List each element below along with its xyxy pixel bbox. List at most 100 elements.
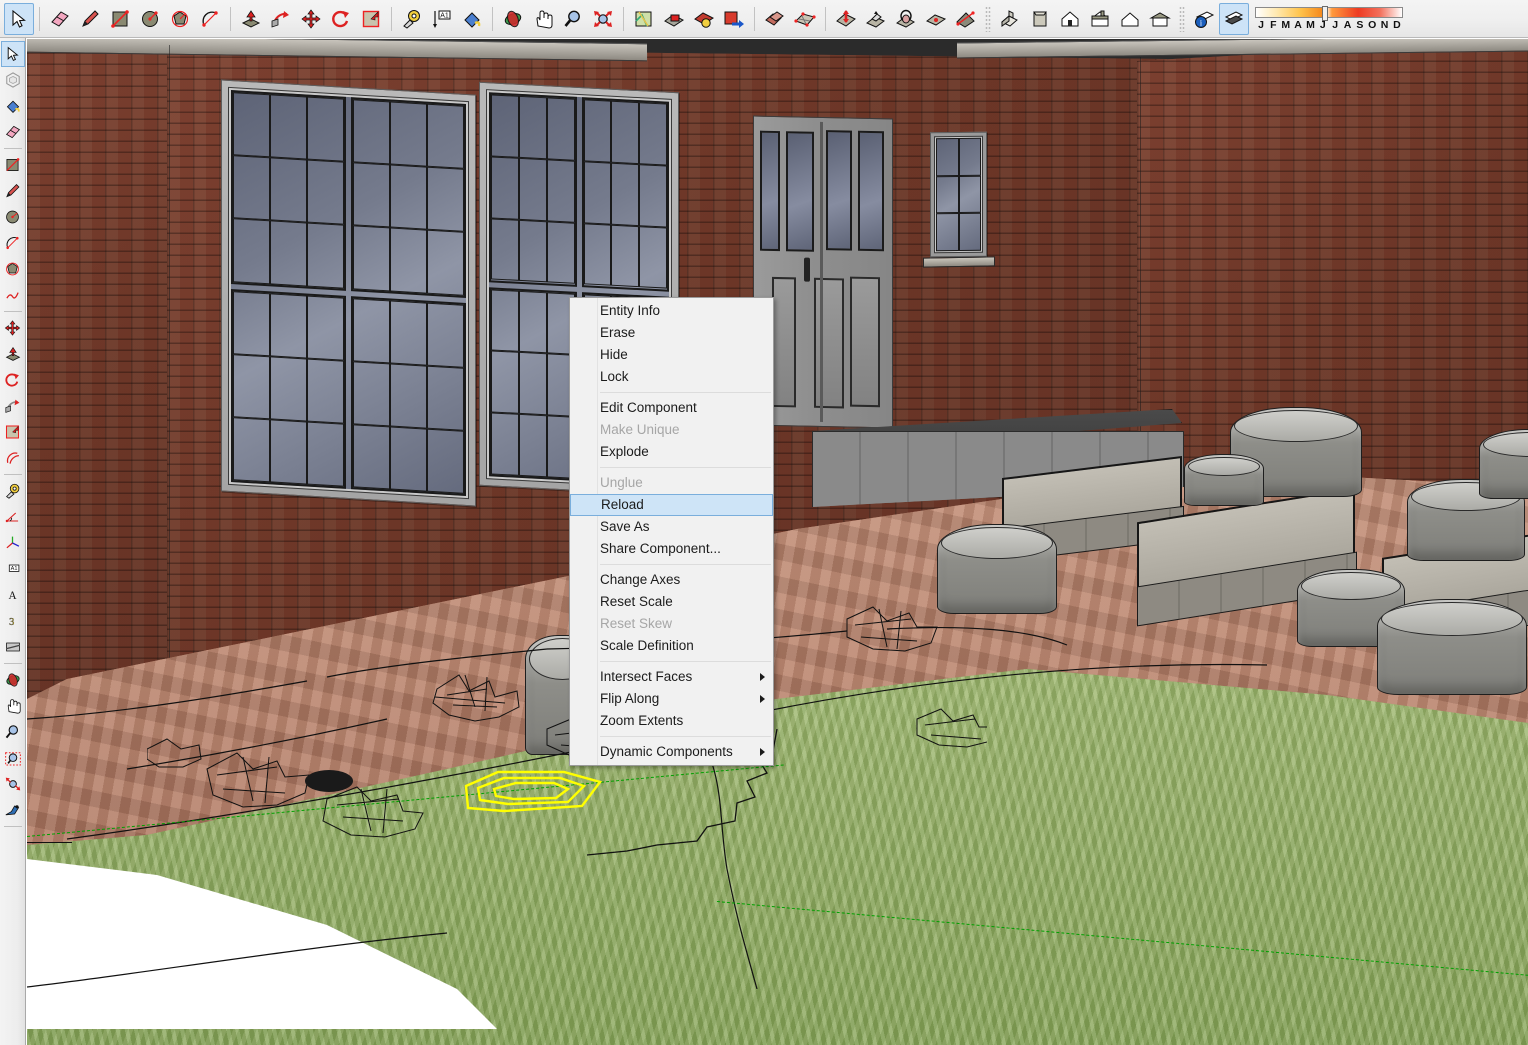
lt-position-camera[interactable] xyxy=(1,797,25,823)
tool-zoom[interactable] xyxy=(558,3,588,35)
lt-scale[interactable] xyxy=(1,419,25,445)
window-pane xyxy=(639,163,667,228)
tool-add-location[interactable] xyxy=(629,3,659,35)
menu-item-unglue: Unglue xyxy=(570,472,773,494)
menu-item-hide[interactable]: Hide xyxy=(570,344,773,366)
tool-polygon[interactable] xyxy=(165,3,195,35)
menu-item-zoom-extents[interactable]: Zoom Extents xyxy=(570,710,773,732)
entry-double-door[interactable] xyxy=(753,115,893,429)
window-small-right[interactable] xyxy=(930,131,987,258)
tool-circle[interactable] xyxy=(135,3,165,35)
toolbar-grip[interactable] xyxy=(985,5,991,32)
tool-eraser[interactable] xyxy=(45,3,75,35)
view-top[interactable] xyxy=(1025,3,1055,35)
dark-circle-feature[interactable] xyxy=(305,770,353,792)
lt-text[interactable]: A xyxy=(1,582,25,608)
lt-orbit[interactable] xyxy=(1,667,25,693)
menu-item-dynamic-components[interactable]: Dynamic Components xyxy=(570,741,773,763)
tool-toggle-terrain[interactable] xyxy=(659,3,689,35)
menu-item-lock[interactable]: Lock xyxy=(570,366,773,388)
lt-zoom[interactable] xyxy=(1,719,25,745)
tool-smoove[interactable] xyxy=(831,3,861,35)
menu-item-explode[interactable]: Explode xyxy=(570,441,773,463)
tool-stamp[interactable] xyxy=(861,3,891,35)
lt-zoom-window[interactable] xyxy=(1,745,25,771)
lt-line[interactable] xyxy=(1,178,25,204)
menu-item-reset-scale[interactable]: Reset Scale xyxy=(570,591,773,613)
lt-freehand[interactable] xyxy=(1,282,25,308)
tool-photo-textures[interactable] xyxy=(689,3,719,35)
tool-zoom-extents[interactable] xyxy=(588,3,618,35)
tool-scale[interactable] xyxy=(356,3,386,35)
view-front[interactable] xyxy=(1055,3,1085,35)
model-viewport[interactable] xyxy=(27,39,1528,1045)
lt-select[interactable] xyxy=(0,41,25,67)
tool-follow-me[interactable] xyxy=(266,3,296,35)
lt-paint-bucket[interactable] xyxy=(1,93,25,119)
menu-item-flip-along[interactable]: Flip Along xyxy=(570,688,773,710)
tool-shadows-toggle[interactable] xyxy=(1219,2,1249,35)
tool-rotate[interactable] xyxy=(326,3,356,35)
tool-paint-bucket[interactable] xyxy=(457,3,487,35)
lt-dimension[interactable]: A1 xyxy=(1,556,25,582)
lt-push-pull[interactable] xyxy=(1,341,25,367)
shadow-date-gradient-bar[interactable] xyxy=(1255,5,1403,21)
lt-polygon[interactable] xyxy=(1,256,25,282)
lt-3d-text[interactable]: 3 xyxy=(1,608,25,634)
view-right[interactable] xyxy=(1085,3,1115,35)
lt-follow-me[interactable] xyxy=(1,393,25,419)
tool-solid-tools[interactable] xyxy=(760,3,790,35)
menu-item-edit-component[interactable]: Edit Component xyxy=(570,397,773,419)
window-pane xyxy=(353,297,390,364)
window-pane xyxy=(233,290,270,356)
lt-section-plane[interactable] xyxy=(1,634,25,660)
window-sash xyxy=(231,288,346,489)
tool-drape[interactable] xyxy=(891,3,921,35)
shadow-date-slider[interactable]: JFMAMJJASOND xyxy=(1255,2,1405,36)
lt-make-component[interactable] xyxy=(1,67,25,93)
menu-item-reload[interactable]: Reload xyxy=(570,494,773,516)
menu-item-intersect-faces[interactable]: Intersect Faces xyxy=(570,666,773,688)
selected-component-highlight[interactable] xyxy=(464,770,602,813)
tool-arc[interactable] xyxy=(195,3,225,35)
tool-add-detail[interactable] xyxy=(921,3,951,35)
shadow-date-handle[interactable] xyxy=(1321,5,1328,21)
menu-item-share-component[interactable]: Share Component... xyxy=(570,538,773,560)
view-back[interactable] xyxy=(1115,3,1145,35)
view-iso[interactable] xyxy=(995,3,1025,35)
tool-from-contours[interactable] xyxy=(790,3,820,35)
tool-flip-edge[interactable] xyxy=(951,3,981,35)
tool-dimension[interactable]: A1 xyxy=(427,3,457,35)
toolbar-grip[interactable] xyxy=(1179,5,1185,32)
lt-rotate[interactable] xyxy=(1,367,25,393)
menu-item-erase[interactable]: Erase xyxy=(570,322,773,344)
menu-item-entity-info[interactable]: Entity Info xyxy=(570,300,773,322)
tool-move[interactable] xyxy=(296,3,326,35)
window-left[interactable] xyxy=(221,79,476,507)
lt-move[interactable] xyxy=(1,315,25,341)
lt-rectangle[interactable] xyxy=(1,152,25,178)
lt-zoom-extents[interactable] xyxy=(1,771,25,797)
tool-model-info[interactable]: i xyxy=(1189,3,1219,35)
component-context-menu[interactable]: Entity Info Erase Hide Lock Edit Compone… xyxy=(569,297,774,766)
menu-item-save-as[interactable]: Save As xyxy=(570,516,773,538)
tool-orbit[interactable] xyxy=(498,3,528,35)
menu-item-scale-definition[interactable]: Scale Definition xyxy=(570,635,773,657)
tool-line[interactable] xyxy=(75,3,105,35)
menu-item-change-axes[interactable]: Change Axes xyxy=(570,569,773,591)
lt-circle[interactable] xyxy=(1,204,25,230)
view-left[interactable] xyxy=(1145,3,1175,35)
lt-tape-measure[interactable] xyxy=(1,478,25,504)
lt-eraser[interactable] xyxy=(1,119,25,145)
tool-pan[interactable] xyxy=(528,3,558,35)
lt-offset[interactable] xyxy=(1,445,25,471)
tool-select[interactable] xyxy=(4,2,34,35)
tool-share-model[interactable] xyxy=(719,3,749,35)
tool-rectangle[interactable] xyxy=(105,3,135,35)
lt-protractor[interactable] xyxy=(1,504,25,530)
lt-axes[interactable] xyxy=(1,530,25,556)
lt-pan[interactable] xyxy=(1,693,25,719)
lt-arc[interactable] xyxy=(1,230,25,256)
tool-tape-measure[interactable] xyxy=(397,3,427,35)
tool-push-pull[interactable] xyxy=(236,3,266,35)
